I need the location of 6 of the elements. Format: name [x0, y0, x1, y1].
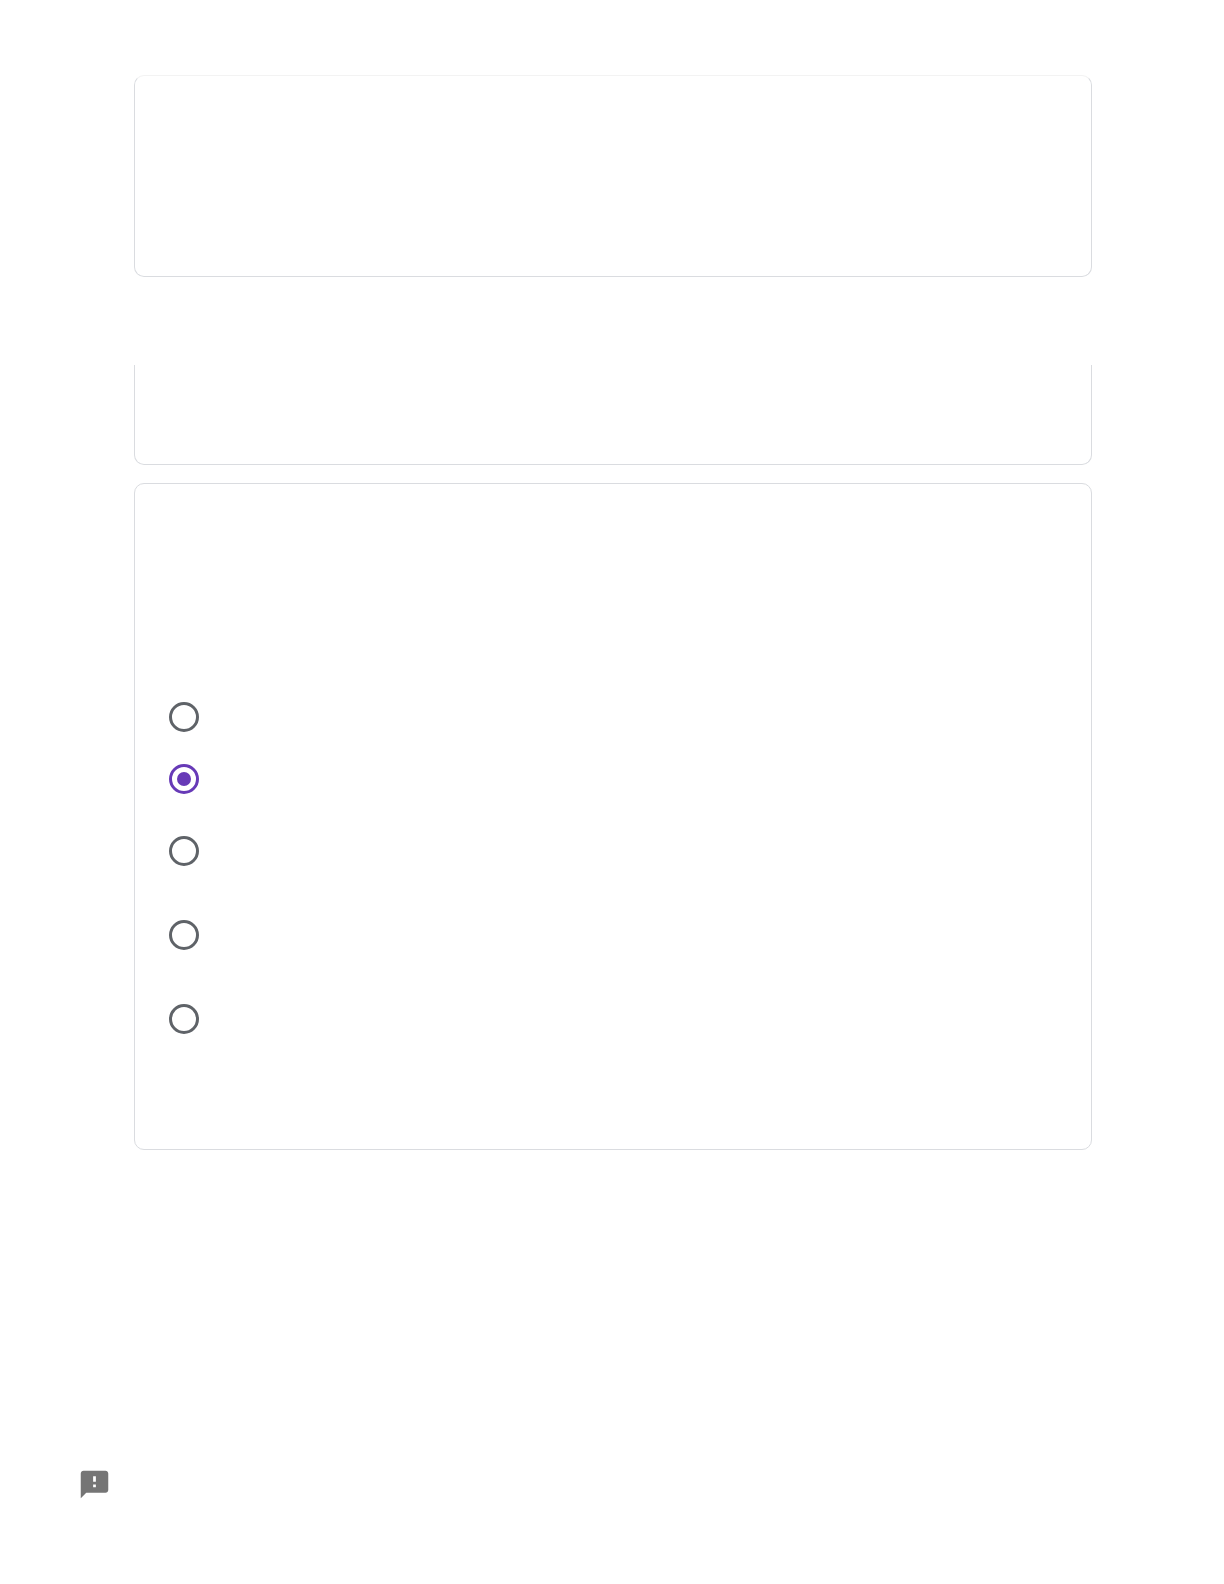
radio-button[interactable] — [169, 920, 199, 950]
radio-button[interactable] — [169, 702, 199, 732]
feedback-icon[interactable] — [78, 1468, 111, 1501]
radio-button[interactable] — [169, 764, 199, 794]
radio-button[interactable] — [169, 836, 199, 866]
radio-button[interactable] — [169, 1004, 199, 1034]
